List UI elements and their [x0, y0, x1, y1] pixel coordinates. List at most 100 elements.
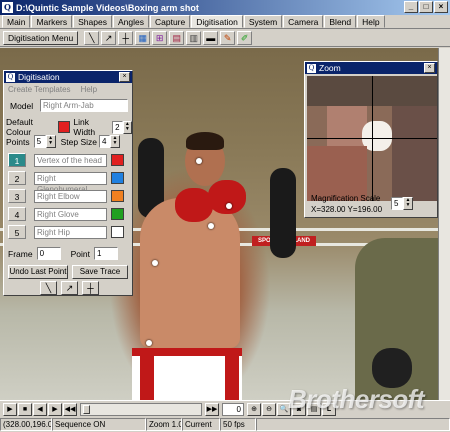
model-label: Model — [10, 100, 34, 111]
diagonal-line-icon[interactable]: ╲ — [84, 31, 100, 45]
step-size-field[interactable]: 4 — [99, 135, 111, 148]
zoom-in-icon[interactable]: ⊕ — [247, 402, 261, 416]
tab-camera[interactable]: Camera — [283, 15, 324, 28]
pick-icon[interactable]: ⊞ — [152, 31, 168, 45]
point-row[interactable]: 3 Right Elbow — [8, 189, 124, 203]
digitisation-menu-button[interactable]: Digitisation Menu — [3, 31, 79, 45]
edit-icon[interactable]: ✎ — [220, 31, 236, 45]
diagonal-line-icon[interactable]: ╲ — [40, 281, 57, 295]
fast-forward-icon[interactable]: ▶▶ — [205, 402, 219, 416]
zoom-title: Zoom — [319, 63, 341, 73]
crosshair-icon[interactable]: ┼ — [82, 281, 99, 295]
point-colour-swatch[interactable] — [111, 190, 124, 202]
shorts-stripe — [225, 348, 239, 400]
shorts-stripe — [140, 348, 154, 400]
tab-capture[interactable]: Capture — [149, 15, 191, 28]
tab-main[interactable]: Main — [2, 15, 31, 28]
scale-field[interactable]: 5 — [391, 197, 403, 210]
step-size-label: Step Size — [60, 136, 98, 147]
step-back-icon[interactable]: ◀ — [33, 402, 47, 416]
tab-blend[interactable]: Blend — [324, 15, 357, 28]
angle-line-icon[interactable]: ↗ — [101, 31, 117, 45]
step-forward-icon[interactable]: ▶ — [48, 402, 62, 416]
grid-icon[interactable]: ▥ — [186, 31, 202, 45]
play-icon[interactable]: ▶ — [3, 402, 17, 416]
tab-markers[interactable]: Markers — [31, 15, 73, 28]
window-title: D:\Quintic Sample Videos\Boxing arm shot — [16, 2, 199, 13]
link-width-label: Link Width — [73, 117, 96, 137]
marker-point[interactable] — [226, 203, 232, 209]
save-trace-button[interactable]: Save Trace — [72, 265, 128, 279]
point-number[interactable]: 3 — [8, 189, 26, 203]
maximize-button[interactable]: □ — [419, 1, 433, 13]
frames-icon[interactable]: ▤ — [169, 31, 185, 45]
point-row[interactable]: 4 Right Glove — [8, 207, 124, 221]
points-label: Points — [6, 136, 30, 147]
record-icon[interactable]: ▬ — [203, 31, 219, 45]
frame-field[interactable]: 0 — [36, 247, 61, 260]
point-number[interactable]: 1 — [8, 153, 26, 167]
marker-point[interactable] — [208, 223, 214, 229]
paint-icon[interactable]: ✐ — [237, 31, 253, 45]
marker-point[interactable] — [196, 158, 202, 164]
rewind-icon[interactable]: ◀◀ — [63, 402, 77, 416]
close-icon[interactable]: × — [119, 72, 130, 82]
transport-frame-field[interactable]: 0 — [222, 402, 244, 416]
status-sequence: Sequence ON — [52, 418, 146, 431]
link-width-spinner[interactable]: ▲ ▼ — [122, 120, 132, 134]
point-colour-swatch[interactable] — [111, 208, 124, 220]
point-number[interactable]: 2 — [8, 171, 26, 185]
point-name-field[interactable]: Vertex of the head — [34, 153, 107, 167]
zoom-coords: X=328.00 Y=196.00 — [311, 205, 383, 214]
action-row: Undo Last Point Save Trace — [8, 265, 128, 279]
menu-help[interactable]: Help — [81, 85, 97, 94]
tab-digitisation[interactable]: Digitisation — [191, 15, 243, 28]
default-colour-swatch[interactable] — [58, 121, 71, 133]
point-name-field[interactable]: Right Hip — [34, 225, 107, 239]
point-name-field[interactable]: Right Glove — [34, 207, 107, 221]
chart-icon[interactable]: ▦ — [135, 31, 151, 45]
crosshair-icon[interactable]: ┼ — [118, 31, 134, 45]
tab-help[interactable]: Help — [357, 15, 385, 28]
point-name-field[interactable]: Right Elbow — [34, 189, 107, 203]
point-colour-swatch[interactable] — [111, 226, 124, 238]
step-size-spinner[interactable]: ▲ ▼ — [110, 135, 121, 148]
status-fps: 50 fps — [220, 418, 256, 431]
slider-thumb[interactable] — [83, 404, 90, 414]
menu-create-templates[interactable]: Create Templates — [8, 85, 71, 94]
stop-icon[interactable]: ■ — [18, 402, 32, 416]
point-row[interactable]: 2 Right Glenohumeral — [8, 171, 124, 194]
point-colour-swatch[interactable] — [111, 172, 124, 184]
point-row[interactable]: 5 Right Hip — [8, 225, 124, 239]
vertical-scrollbar[interactable] — [438, 48, 450, 400]
tool-row: ╲ ↗ ┼ — [40, 281, 99, 295]
marker-point[interactable] — [146, 340, 152, 346]
tab-system[interactable]: System — [243, 15, 283, 28]
minimize-button[interactable]: _ — [404, 1, 418, 13]
link-width-field[interactable]: 2 — [112, 120, 123, 134]
zoom-title-bar: Q Zoom × — [305, 62, 437, 74]
marker-point[interactable] — [152, 260, 158, 266]
point-row[interactable]: 1 Vertex of the head — [8, 153, 124, 167]
point-number[interactable]: 4 — [8, 207, 26, 221]
close-icon[interactable]: × — [424, 63, 435, 73]
tab-shapes[interactable]: Shapes — [73, 15, 112, 28]
boxer-hair — [186, 132, 224, 150]
zoom-out-icon[interactable]: ⊖ — [262, 402, 276, 416]
toolbar: Digitisation Menu ╲ ↗ ┼ ▦ ⊞ ▤ ▥ ▬ ✎ ✐ — [0, 30, 450, 47]
point-field[interactable]: 1 — [93, 247, 118, 260]
frame-slider[interactable] — [80, 402, 202, 416]
undo-last-point-button[interactable]: Undo Last Point — [8, 265, 68, 279]
model-row: Model Right Arm-Jab — [10, 99, 128, 112]
zoom-view[interactable] — [307, 76, 437, 201]
points-field[interactable]: 5 — [33, 135, 46, 148]
points-spinner[interactable]: ▲ ▼ — [45, 135, 56, 148]
scale-spinner[interactable]: ▲ ▼ — [403, 197, 413, 210]
model-field[interactable]: Right Arm-Jab — [40, 99, 128, 112]
point-colour-swatch[interactable] — [111, 154, 124, 166]
point-name-field[interactable]: Right Glenohumeral — [34, 171, 107, 194]
tab-angles[interactable]: Angles — [112, 15, 149, 28]
close-button[interactable]: × — [434, 1, 448, 13]
angle-line-icon[interactable]: ↗ — [61, 281, 78, 295]
point-number[interactable]: 5 — [8, 225, 26, 239]
